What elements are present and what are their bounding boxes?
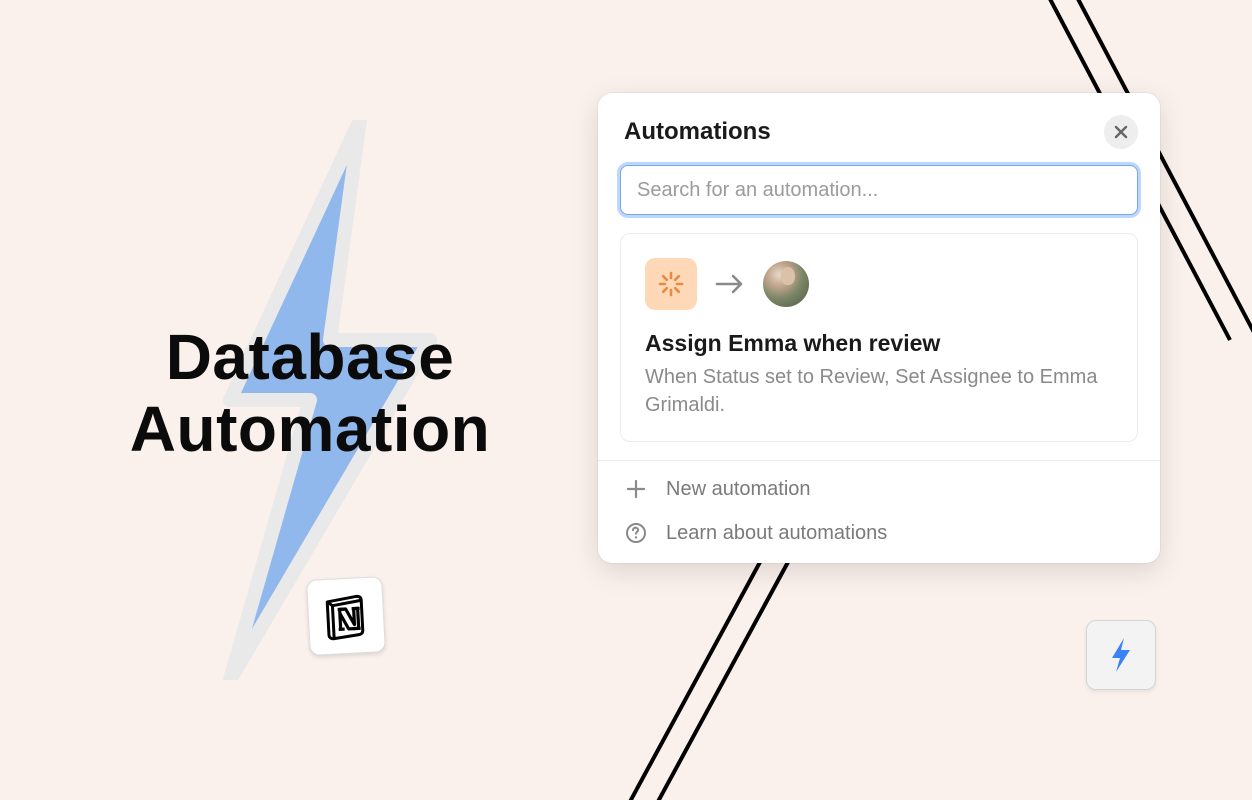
search-input[interactable] [620,165,1138,215]
learn-about-automations-link[interactable]: Learn about automations [598,511,1160,555]
plus-icon [624,477,648,501]
bolt-icon [1106,636,1136,674]
close-icon [1113,124,1129,140]
divider [598,460,1160,461]
automation-description: When Status set to Review, Set Assignee … [645,363,1113,419]
automation-card[interactable]: Assign Emma when review When Status set … [620,233,1138,442]
automations-panel: Automations [598,93,1160,563]
new-automation-label: New automation [666,478,811,501]
page-headline: Database Automation [70,322,550,465]
loading-spinner-icon [657,270,685,298]
headline-line-2: Automation [70,394,550,466]
automation-bolt-button[interactable] [1086,620,1156,690]
trigger-status-icon [645,258,697,310]
close-button[interactable] [1104,115,1138,149]
arrow-right-icon [715,273,745,295]
assignee-avatar [763,261,809,307]
panel-title: Automations [624,118,771,146]
headline-line-1: Database [70,322,550,394]
automation-title: Assign Emma when review [645,330,1113,357]
new-automation-button[interactable]: New automation [598,467,1160,511]
help-icon [624,521,648,545]
notion-logo [306,576,386,656]
learn-label: Learn about automations [666,522,887,545]
